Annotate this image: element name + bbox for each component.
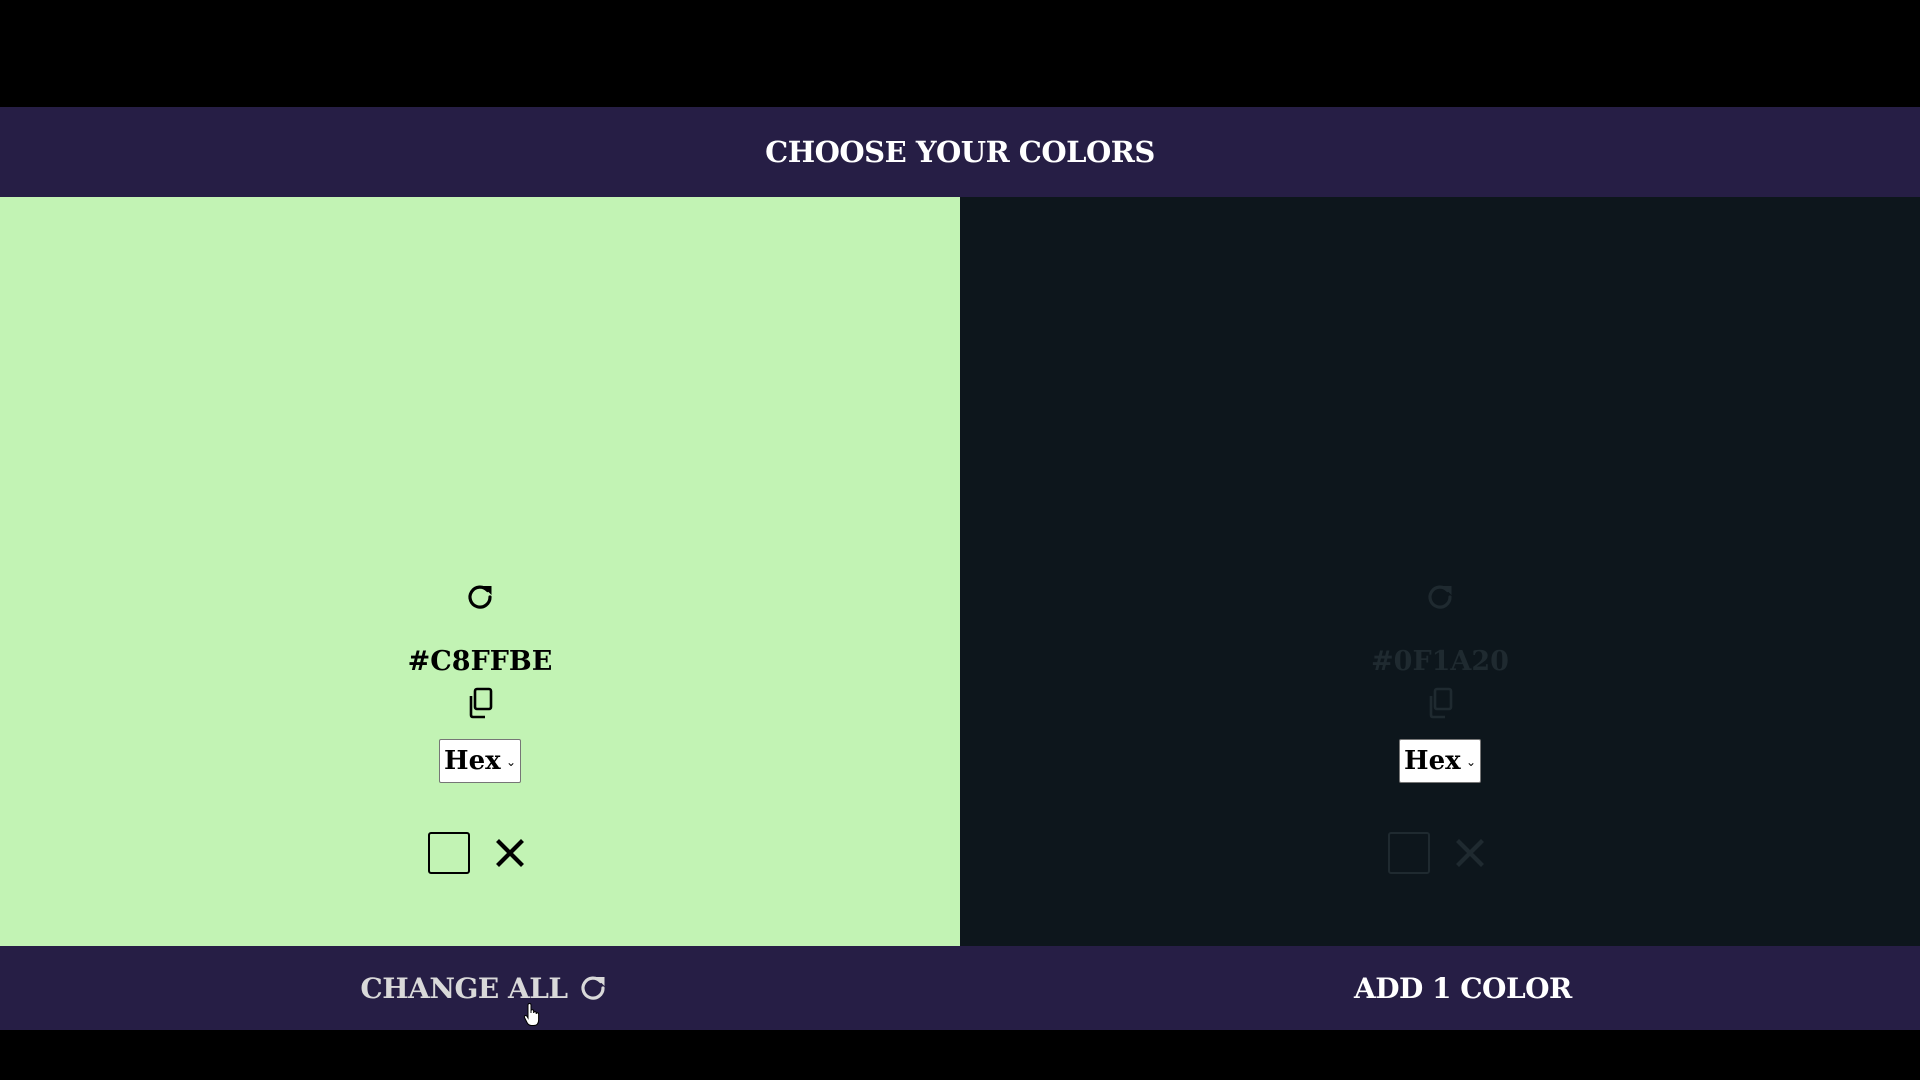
chevron-down-icon: ⌄ (505, 755, 516, 769)
refresh-icon (1428, 585, 1452, 609)
footer-bar: CHANGE ALL ADD 1 COLOR (0, 946, 1920, 1030)
hex-value[interactable]: #0F1A20 (1371, 645, 1509, 679)
format-select[interactable]: Hex ⌄ (1399, 739, 1481, 783)
hand-cursor-icon (523, 1003, 540, 1026)
refresh-color-button[interactable] (1420, 577, 1460, 617)
format-select-value: Hex (444, 746, 501, 776)
footer-left: CHANGE ALL (0, 946, 960, 1030)
color-palette-app: CHOOSE YOUR COLORS #C8FFBE Hex ⌄ #0F1A20… (0, 0, 1920, 1080)
refresh-icon (581, 976, 605, 1000)
change-all-button[interactable]: CHANGE ALL (360, 972, 607, 1005)
header-bar: CHOOSE YOUR COLORS (0, 107, 1920, 197)
add-color-label: ADD 1 COLOR (1354, 971, 1572, 1005)
refresh-icon (468, 585, 492, 609)
panel-action-row (428, 831, 532, 875)
color-panel-controls: #C8FFBE Hex ⌄ (0, 577, 960, 875)
format-select[interactable]: Hex ⌄ (439, 739, 521, 783)
color-panel-2: #0F1A20 Hex ⌄ (960, 197, 1920, 946)
hex-value[interactable]: #C8FFBE (408, 645, 553, 679)
chevron-down-icon: ⌄ (1465, 755, 1476, 769)
bottom-letterbox (0, 1030, 1920, 1080)
lock-checkbox[interactable] (428, 832, 470, 874)
format-select-value: Hex (1404, 746, 1461, 776)
remove-color-button[interactable] (1448, 831, 1492, 875)
copy-icon (1429, 687, 1453, 719)
close-icon (1456, 839, 1484, 867)
color-panels: #C8FFBE Hex ⌄ #0F1A20 Hex ⌄ (0, 197, 1920, 946)
refresh-color-button[interactable] (460, 577, 500, 617)
copy-icon (469, 687, 493, 719)
page-title: CHOOSE YOUR COLORS (765, 135, 1155, 169)
close-icon (496, 839, 524, 867)
copy-button[interactable] (460, 683, 500, 723)
color-panel-1: #C8FFBE Hex ⌄ (0, 197, 960, 946)
change-all-label: CHANGE ALL (360, 971, 568, 1005)
top-letterbox (0, 0, 1920, 107)
panel-action-row (1388, 831, 1492, 875)
remove-color-button[interactable] (488, 831, 532, 875)
footer-right: ADD 1 COLOR (960, 946, 1920, 1030)
color-panel-controls: #0F1A20 Hex ⌄ (960, 577, 1920, 875)
add-color-button[interactable]: ADD 1 COLOR (1354, 972, 1572, 1005)
lock-checkbox[interactable] (1388, 832, 1430, 874)
copy-button[interactable] (1420, 683, 1460, 723)
